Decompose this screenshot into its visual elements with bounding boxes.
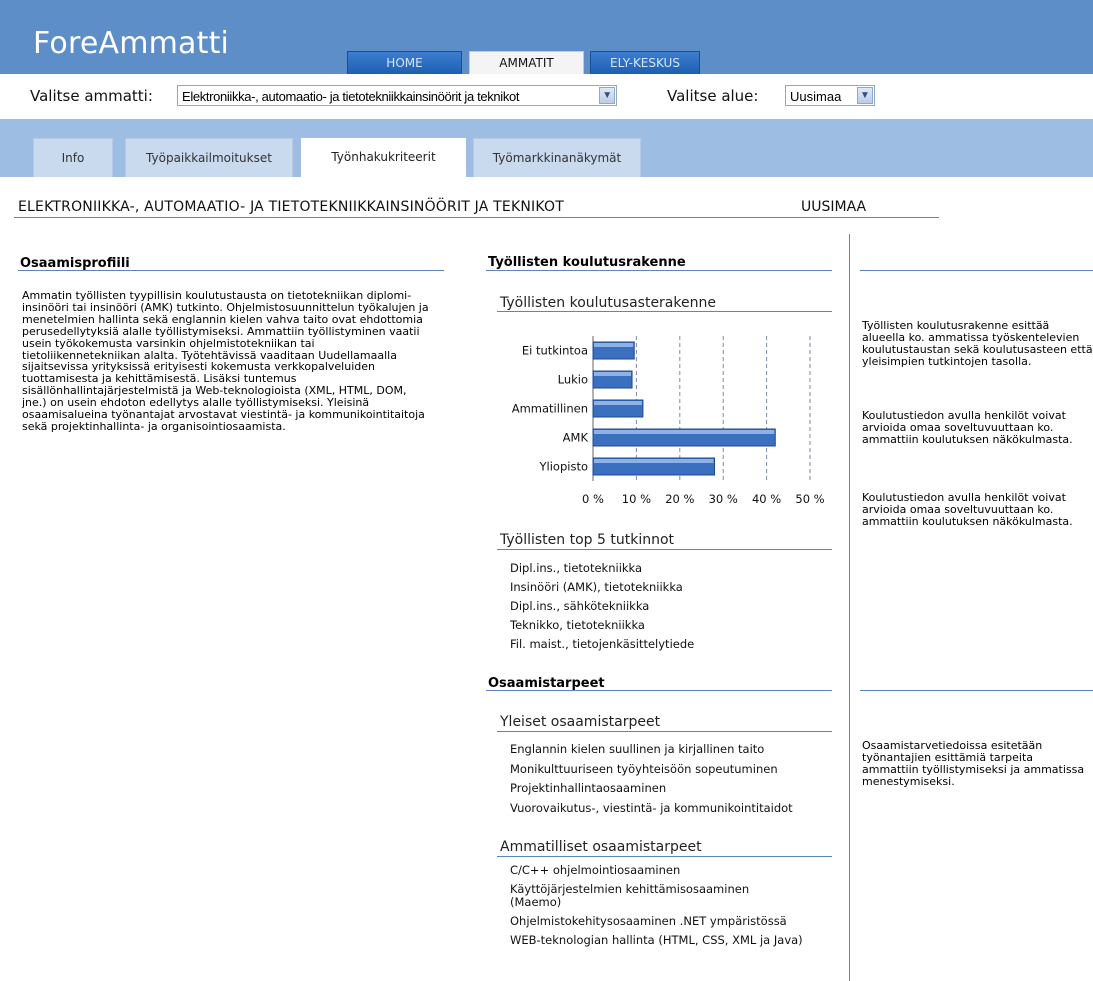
sidebar-top-divider (860, 270, 1093, 271)
list-item: Teknikko, tietotekniikka (510, 618, 645, 632)
tick-label: 30 % (709, 492, 738, 506)
list-item: Monikulttuuriseen työyhteisöön sopeutumi… (510, 761, 778, 776)
chart-bars (592, 341, 776, 476)
tick-label: 0 % (582, 492, 604, 506)
general-needs-divider (497, 731, 832, 732)
category-label: AMK (563, 431, 589, 445)
category-label: Ei tutkintoa (522, 344, 588, 358)
chart-bar-highlight (594, 430, 775, 434)
nav-tab-ammatit[interactable]: AMMATIT (469, 51, 584, 74)
occupation-select-value: Elektroniikka-, automaatio- ja tietotekn… (182, 89, 520, 104)
chart-bar-highlight (594, 459, 714, 463)
chart-bar-highlight (594, 343, 634, 347)
tick-label: 10 % (622, 492, 651, 506)
region-label: Valitse alue: (667, 87, 759, 105)
tab-info[interactable]: Info (33, 138, 113, 177)
chevron-down-icon[interactable]: ▼ (599, 87, 615, 104)
general-needs-list: Englannin kielen suullinen ja kirjalline… (510, 740, 793, 818)
list-item: Englannin kielen suullinen ja kirjalline… (510, 742, 765, 756)
chart-category-labels: Ei tutkintoa Lukio Ammatillinen AMK Yliopist… (512, 344, 589, 474)
nav-tab-ely-keskus[interactable]: ELY-KESKUS (590, 51, 700, 74)
list-item: WEB-teknologian hallinta (HTML, CSS, XML… (510, 933, 803, 947)
education-divider (486, 270, 832, 271)
list-item: Projektinhallintaosaaminen (510, 781, 667, 795)
profile-heading: Osaamisprofiili (20, 256, 130, 271)
filter-bar: Valitse ammatti: Elektroniikka-, automaa… (0, 74, 1093, 119)
education-chart: Ei tutkintoa Lukio Ammatillinen AMK Yliopist… (512, 336, 825, 506)
page-title: ELEKTRONIIKKA-, AUTOMAATIO- JA TIETOTEKN… (18, 199, 564, 215)
list-item: Dipl.ins., sähkötekniikka (510, 599, 650, 613)
top5-title: Työllisten top 5 tutkinnot (500, 532, 675, 548)
tab-tyomarkkinanakymat[interactable]: Työmarkkinanäkymät (473, 138, 641, 177)
list-item: Dipl.ins., tietotekniikka (510, 561, 643, 575)
top5-list: Dipl.ins., tietotekniikka Insinööri (AMK… (510, 559, 694, 654)
sidebar-text-2: Koulutustiedon avulla henkilöt voivat ar… (862, 409, 1073, 446)
sidebar-text-4: Osaamistarvetiedoissa esitetään työnanta… (862, 739, 1085, 788)
list-item: Ohjelmistokehitysosaaminen .NET ympärist… (510, 914, 787, 928)
category-label: Lukio (558, 373, 588, 387)
list-item: Insinööri (AMK), tietotekniikka (510, 580, 683, 594)
profile-text: Ammatin työllisten tyypillisin koulutust… (22, 289, 429, 433)
category-label: Ammatillinen (512, 402, 588, 416)
nav-tab-home[interactable]: HOME (347, 51, 462, 74)
chart-bar-highlight (594, 401, 642, 405)
tick-label: 40 % (752, 492, 781, 506)
title-divider (14, 217, 939, 218)
sidebar-text-3: Koulutustiedon avulla henkilöt voivat ar… (862, 491, 1073, 528)
chart-title: Työllisten koulutusasterakenne (500, 295, 716, 311)
chart-tick-labels: 0 % 10 % 20 % 30 % 40 % 50 % (582, 492, 825, 506)
tick-label: 50 % (795, 492, 824, 506)
professional-needs-list: C/C++ ohjelmointiosaaminen Käyttöjärjest… (510, 864, 810, 947)
professional-needs-title: Ammatilliset osaamistarpeet (500, 839, 702, 855)
chart-bar-highlight (594, 372, 632, 376)
list-item: Käyttöjärjestelmien kehittämisosaaminen … (510, 882, 750, 909)
region-select[interactable]: Uusimaa ▼ (785, 85, 875, 106)
region-select-value: Uusimaa (790, 89, 842, 104)
needs-divider (486, 690, 832, 691)
profile-divider (18, 270, 444, 271)
list-item: Vuorovaikutus-, viestintä- ja kommunikoi… (510, 800, 793, 815)
tab-tyopaikkailmoitukset[interactable]: Työpaikkailmoitukset (125, 138, 293, 177)
page-region: UUSIMAA (801, 199, 867, 215)
category-label: Yliopisto (539, 460, 588, 474)
list-item: Fil. maist., tietojenkäsittelytiede (510, 637, 695, 651)
chevron-down-icon[interactable]: ▼ (857, 87, 873, 104)
sidebar-text-1: Työllisten koulutusrakenne esittää aluee… (862, 319, 1093, 368)
tab-tyonhakukriteerit[interactable]: Työnhakukriteerit (301, 138, 466, 177)
sidebar-divider (849, 234, 850, 981)
needs-heading: Osaamistarpeet (488, 676, 605, 691)
occupation-select[interactable]: Elektroniikka-, automaatio- ja tietotekn… (177, 85, 617, 106)
general-needs-title: Yleiset osaamistarpeet (500, 714, 661, 730)
education-heading: Työllisten koulutusrakenne (488, 255, 686, 270)
tick-label: 20 % (665, 492, 694, 506)
occupation-label: Valitse ammatti: (30, 87, 153, 105)
sidebar-mid-divider (860, 690, 1093, 691)
list-item: C/C++ ohjelmointiosaaminen (510, 863, 681, 877)
top5-divider (497, 549, 832, 550)
chart-title-divider (497, 311, 832, 312)
professional-needs-divider (497, 856, 832, 857)
app-logo[interactable]: ForeAmmatti (33, 26, 229, 61)
